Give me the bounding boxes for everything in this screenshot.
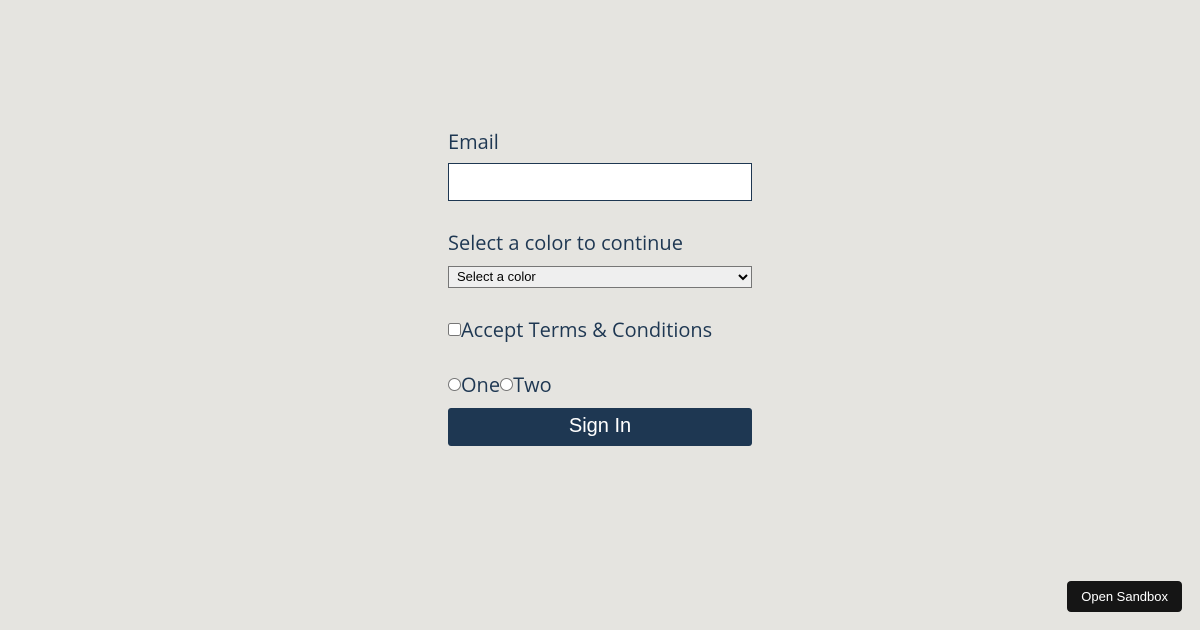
color-group: Select a color to continue Select a colo… (448, 229, 752, 288)
email-label: Email (448, 128, 752, 155)
radio-two-label: Two (513, 371, 552, 398)
form-container: Email Select a color to continue Select … (448, 128, 752, 446)
terms-checkbox[interactable] (448, 323, 461, 336)
radio-two[interactable] (500, 378, 513, 391)
email-group: Email (448, 128, 752, 201)
terms-group: Accept Terms & Conditions (448, 316, 752, 343)
terms-label: Accept Terms & Conditions (461, 316, 712, 343)
radio-one[interactable] (448, 378, 461, 391)
open-sandbox-button[interactable]: Open Sandbox (1067, 581, 1182, 612)
radio-one-label: One (461, 371, 500, 398)
color-label: Select a color to continue (448, 229, 752, 256)
email-input[interactable] (448, 163, 752, 201)
color-select[interactable]: Select a color (448, 266, 752, 288)
signin-button[interactable]: Sign In (448, 408, 752, 446)
radio-group: One Two (448, 371, 752, 398)
